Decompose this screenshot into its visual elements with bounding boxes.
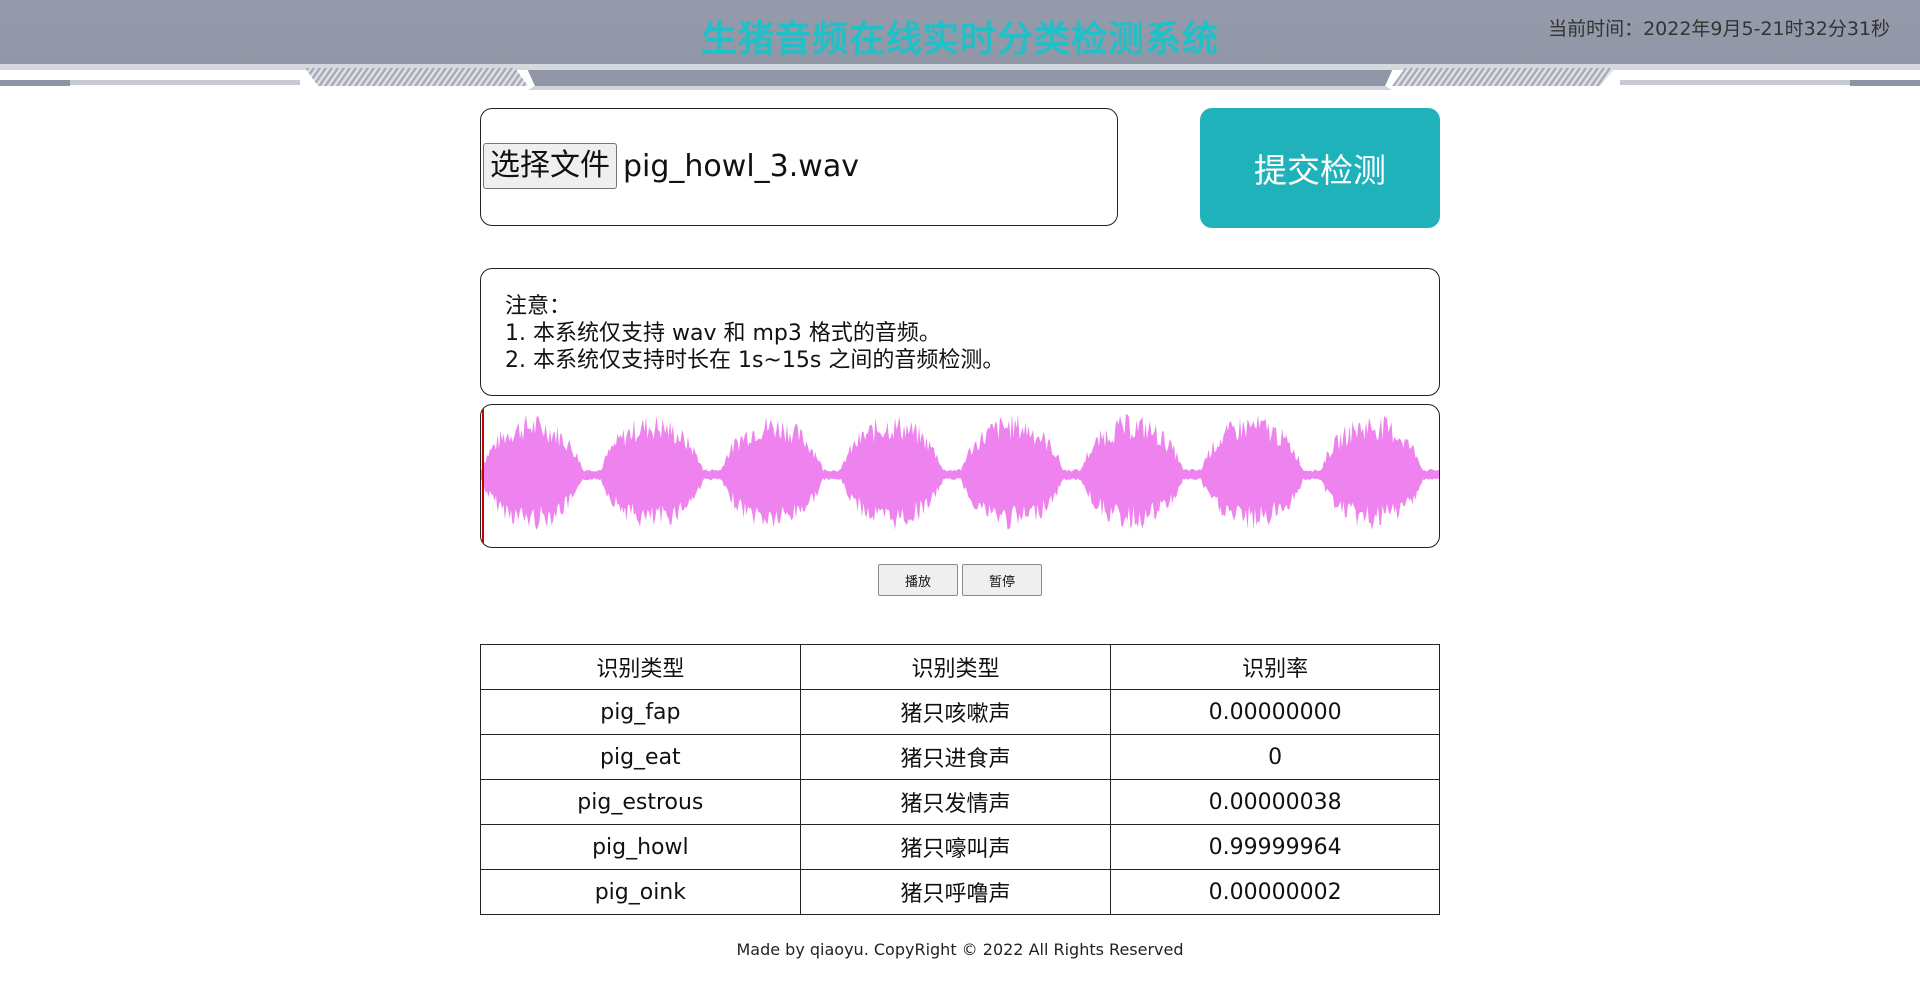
- type-cell: 猪只发情声: [799, 779, 1112, 825]
- class-cell: pig_eat: [480, 734, 801, 780]
- class-cell: pig_estrous: [480, 779, 801, 825]
- file-upload-box: 选择文件 pig_howl_3.wav: [480, 108, 1118, 226]
- time-value: 2022年9月5-21时32分31秒: [1643, 18, 1890, 40]
- waveform-display[interactable]: [480, 404, 1440, 548]
- submit-detection-button[interactable]: 提交检测: [1200, 108, 1440, 228]
- table-row: pig_fap 猪只咳嗽声 0.00000000: [480, 689, 1440, 735]
- table-row: pig_oink 猪只呼噜声 0.00000002: [480, 869, 1440, 915]
- type-cell: 猪只进食声: [799, 734, 1112, 780]
- header-cell-type: 识别类型: [799, 644, 1112, 690]
- selected-file-name: pig_howl_3.wav: [623, 148, 859, 184]
- class-cell: pig_howl: [480, 824, 801, 870]
- current-time: 当前时间：2022年9月5-21时32分31秒: [1548, 14, 1890, 41]
- type-cell: 猪只呼噜声: [799, 869, 1112, 915]
- file-input[interactable]: 选择文件 pig_howl_3.wav: [483, 143, 859, 189]
- choose-file-button[interactable]: 选择文件: [483, 143, 617, 189]
- class-cell: pig_fap: [480, 689, 801, 735]
- type-cell: 猪只嚎叫声: [799, 824, 1112, 870]
- table-row: pig_eat 猪只进食声 0: [480, 734, 1440, 780]
- play-button[interactable]: 播放: [878, 564, 958, 596]
- header-cell-rate: 识别率: [1110, 644, 1440, 690]
- notice-line-2: 2. 本系统仅支持时长在 1s~15s 之间的音频检测。: [505, 348, 1005, 373]
- time-label: 当前时间：: [1548, 18, 1644, 40]
- header-cell-class: 识别类型: [480, 644, 801, 690]
- player-controls: 播放 暂停: [878, 564, 1042, 596]
- notice-box: 注意： 1. 本系统仅支持 wav 和 mp3 格式的音频。 2. 本系统仅支持…: [480, 268, 1440, 396]
- type-cell: 猪只咳嗽声: [799, 689, 1112, 735]
- table-row: pig_estrous 猪只发情声 0.00000038: [480, 779, 1440, 825]
- notice-line-1: 1. 本系统仅支持 wav 和 mp3 格式的音频。: [505, 321, 941, 346]
- rate-cell: 0.99999964: [1110, 824, 1440, 870]
- table-header-row: 识别类型 识别类型 识别率: [480, 644, 1440, 690]
- header-bar: 生猪音频在线实时分类检测系统 当前时间：2022年9月5-21时32分31秒: [0, 0, 1920, 100]
- results-table: 识别类型 识别类型 识别率 pig_fap 猪只咳嗽声 0.00000000 p…: [480, 644, 1440, 915]
- table-row: pig_howl 猪只嚎叫声 0.99999964: [480, 824, 1440, 870]
- waveform-path: [481, 413, 1439, 530]
- playback-cursor[interactable]: [482, 405, 484, 547]
- rate-cell: 0.00000000: [1110, 689, 1440, 735]
- rate-cell: 0.00000002: [1110, 869, 1440, 915]
- waveform: [481, 413, 1439, 530]
- pause-button[interactable]: 暂停: [962, 564, 1042, 596]
- rate-cell: 0.00000038: [1110, 779, 1440, 825]
- class-cell: pig_oink: [480, 869, 801, 915]
- footer-copyright: Made by qiaoyu. CopyRight © 2022 All Rig…: [736, 940, 1184, 959]
- notice-heading: 注意：: [505, 294, 572, 319]
- rate-cell: 0: [1110, 734, 1440, 780]
- page: 生猪音频在线实时分类检测系统 当前时间：2022年9月5-21时32分31秒 选…: [0, 0, 1920, 983]
